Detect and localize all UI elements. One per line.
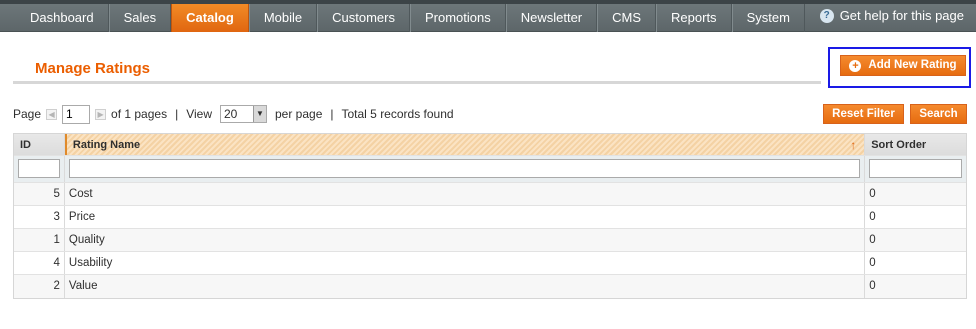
filter-rating-name-input[interactable] — [68, 159, 861, 178]
view-label: View — [186, 107, 212, 121]
nav-item-sales[interactable]: Sales — [108, 4, 172, 32]
page-number-input[interactable] — [62, 104, 91, 124]
nav-item-reports[interactable]: Reports — [656, 4, 732, 32]
per-page-value: 20 — [224, 107, 238, 121]
nav-item-promotions[interactable]: Promotions — [409, 4, 506, 32]
nav-item-newsletter[interactable]: Newsletter — [505, 4, 598, 32]
nav-item-cms[interactable]: CMS — [597, 4, 657, 32]
arrow-up-icon: ↑ — [850, 138, 857, 152]
reset-filter-button[interactable]: Reset Filter — [823, 104, 904, 124]
cell-sort-order: 0 — [869, 257, 876, 269]
nav-menu: Dashboard Sales Catalog Mobile Customers… — [14, 4, 805, 32]
pager: Page ◀ ▶ of 1 pages | View 20 ▼ per page… — [13, 104, 454, 124]
add-new-rating-button[interactable]: + Add New Rating — [840, 55, 966, 76]
cell-sort-order: 0 — [869, 234, 876, 246]
next-page-arrow-icon[interactable]: ▶ — [95, 108, 107, 120]
filter-id-input[interactable] — [18, 159, 60, 178]
per-page-select[interactable]: 20 ▼ — [220, 105, 267, 123]
cell-id: 2 — [14, 275, 65, 298]
of-pages-label: of 1 pages — [111, 107, 168, 121]
cell-sort-order: 0 — [869, 211, 876, 223]
top-navigation: Dashboard Sales Catalog Mobile Customers… — [0, 0, 976, 32]
table-row[interactable]: 4 Usability 0 — [14, 252, 966, 275]
title-divider — [13, 81, 821, 84]
cell-rating-name: Usability — [65, 252, 866, 274]
total-records-label: Total 5 records found — [341, 107, 454, 121]
filter-cell-sort — [865, 156, 966, 182]
search-button[interactable]: Search — [910, 104, 967, 124]
chevron-down-icon: ▼ — [253, 106, 266, 122]
filter-cell-id — [14, 156, 65, 182]
page-title: Manage Ratings — [35, 60, 151, 77]
table-row[interactable]: 3 Price 0 — [14, 206, 966, 229]
nav-item-catalog[interactable]: Catalog — [171, 4, 249, 32]
pager-separator: | — [175, 107, 179, 121]
table-row[interactable]: 1 Quality 0 — [14, 229, 966, 252]
cell-id: 4 — [14, 252, 65, 274]
cell-sort-order: 0 — [869, 188, 876, 200]
grid-filter-row — [14, 156, 966, 183]
filter-cell-name — [65, 156, 866, 182]
table-row[interactable]: 2 Value 0 — [14, 275, 966, 298]
cell-sort-order: 0 — [869, 280, 876, 292]
cell-rating-name: Price — [65, 206, 866, 228]
ratings-grid: ID Rating Name ↑ Sort Order 5 Cost 0 3 P… — [13, 133, 967, 299]
cell-rating-name: Quality — [65, 229, 866, 251]
nav-item-system[interactable]: System — [731, 4, 805, 32]
help-link[interactable]: ? Get help for this page — [819, 8, 964, 23]
add-new-rating-label: Add New Rating — [868, 59, 957, 71]
nav-item-customers[interactable]: Customers — [317, 4, 410, 32]
per-page-label: per page — [275, 107, 323, 121]
cell-rating-name: Cost — [65, 183, 866, 205]
column-header-id[interactable]: ID — [14, 134, 65, 155]
cell-rating-name: Value — [65, 275, 866, 298]
plus-circle-icon: + — [849, 59, 862, 72]
page-label: Page — [13, 107, 42, 121]
nav-item-dashboard[interactable]: Dashboard — [14, 4, 109, 32]
help-label: Get help for this page — [839, 8, 964, 23]
filter-sort-order-input[interactable] — [869, 159, 962, 178]
pager-separator: | — [330, 107, 334, 121]
cell-id: 5 — [14, 183, 65, 205]
column-header-rating-name[interactable]: Rating Name ↑ — [64, 134, 866, 155]
table-row[interactable]: 5 Cost 0 — [14, 183, 966, 206]
column-header-rating-name-label: Rating Name — [72, 139, 141, 151]
cell-id: 1 — [14, 229, 65, 251]
column-header-sort-order[interactable]: Sort Order — [865, 134, 966, 155]
nav-item-mobile[interactable]: Mobile — [248, 4, 318, 32]
cell-id: 3 — [14, 206, 65, 228]
prev-page-arrow-icon[interactable]: ◀ — [46, 108, 58, 120]
question-icon: ? — [819, 8, 834, 23]
grid-header-row: ID Rating Name ↑ Sort Order — [14, 134, 966, 156]
